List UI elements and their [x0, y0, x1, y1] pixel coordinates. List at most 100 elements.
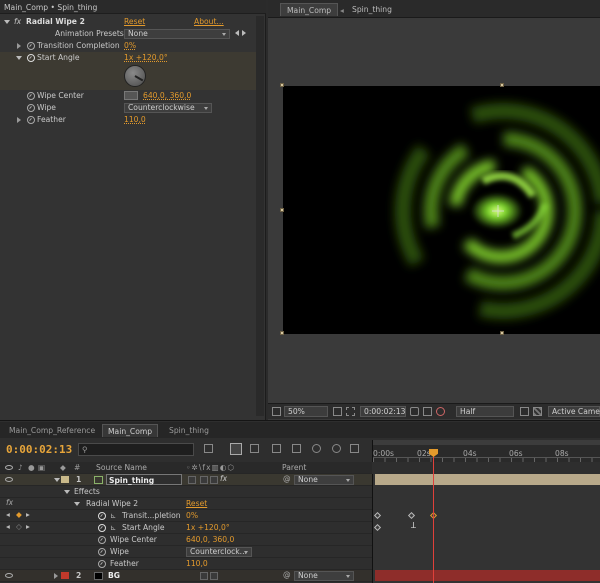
- timeline-tracks[interactable]: ꓕ: [372, 474, 600, 583]
- parent-dropdown[interactable]: None: [294, 571, 354, 581]
- graph-editor-icon[interactable]: [332, 444, 341, 453]
- time-ruler[interactable]: 0:00s 02s 04s 06s 08s: [372, 440, 600, 462]
- keyframe-hold[interactable]: ꓕ: [411, 521, 416, 530]
- layer-handle[interactable]: [280, 208, 284, 212]
- stopwatch-icon[interactable]: [27, 104, 35, 112]
- roi-icon[interactable]: [520, 407, 529, 416]
- motion-blur-icon[interactable]: [312, 444, 321, 453]
- reset-link[interactable]: Reset: [124, 17, 145, 26]
- camera-snapshot-icon[interactable]: [410, 407, 419, 416]
- brainstorm-icon[interactable]: [350, 444, 359, 453]
- tab-main-comp[interactable]: Main_Comp: [280, 3, 339, 16]
- collapse-triangle-icon[interactable]: [4, 20, 10, 24]
- prop-value[interactable]: 640,0, 360,0: [143, 91, 191, 100]
- camera-dropdown[interactable]: Active Camera: [548, 406, 600, 417]
- tab-spin-thing[interactable]: Spin_thing: [164, 424, 214, 437]
- tab-main-comp-reference[interactable]: Main_Comp_Reference: [4, 424, 100, 437]
- work-area-bar[interactable]: [373, 440, 600, 445]
- prop-value[interactable]: 0%: [186, 511, 198, 520]
- safe-margins-icon[interactable]: [346, 407, 355, 416]
- prop-value[interactable]: 1x +120,0°: [186, 523, 230, 532]
- prev-keyframe-icon[interactable]: ◂: [6, 522, 10, 531]
- prop-wipe-center[interactable]: Wipe Center 640,0, 360,0: [0, 90, 262, 102]
- video-switch-icon[interactable]: [5, 465, 13, 470]
- layer-handle[interactable]: [500, 331, 504, 335]
- stopwatch-icon[interactable]: [27, 116, 35, 124]
- stopwatch-icon[interactable]: [98, 536, 106, 544]
- graph-icon[interactable]: ⊾: [110, 523, 116, 532]
- tl-prop-feather[interactable]: Feather 110,0: [0, 558, 372, 570]
- fx-icon[interactable]: fx: [6, 498, 13, 507]
- layer-name[interactable]: Spin_thing: [106, 474, 182, 485]
- draft-3d-icon[interactable]: [250, 444, 259, 453]
- prop-value[interactable]: 110,0: [186, 559, 208, 568]
- prop-value[interactable]: 640,0, 360,0: [186, 535, 234, 544]
- layer-handle[interactable]: [280, 83, 284, 87]
- stopwatch-icon[interactable]: [98, 560, 106, 568]
- resolution-dropdown[interactable]: Half: [456, 406, 514, 417]
- prop-wipe[interactable]: Wipe Counterclockwise: [0, 102, 262, 114]
- layer-row-2[interactable]: 2 BG @ None: [0, 570, 372, 582]
- add-keyframe-icon[interactable]: ◆: [16, 510, 22, 519]
- parent-dropdown[interactable]: None: [294, 475, 354, 485]
- presets-dropdown[interactable]: None: [124, 29, 230, 39]
- shy-icon[interactable]: [272, 444, 281, 453]
- tab-spin-thing[interactable]: Spin_thing: [346, 3, 398, 16]
- tl-wipe-dropdown[interactable]: Counterclock...: [186, 547, 252, 557]
- effect-controls-scrollbar[interactable]: [256, 16, 264, 416]
- switch-checkbox[interactable]: [210, 572, 218, 580]
- add-keyframe-icon[interactable]: ◇: [16, 522, 22, 531]
- stopwatch-icon[interactable]: [98, 548, 106, 556]
- pickwhip-icon[interactable]: @: [283, 474, 291, 483]
- stopwatch-icon[interactable]: [27, 54, 35, 62]
- show-snapshot-icon[interactable]: [423, 407, 432, 416]
- eye-icon[interactable]: [5, 573, 13, 578]
- expand-triangle-icon[interactable]: [54, 573, 58, 579]
- expand-triangle-icon[interactable]: [17, 43, 21, 49]
- timeline-timecode[interactable]: 0:00:02:13: [6, 443, 72, 456]
- prev-preset-icon[interactable]: [235, 30, 239, 36]
- switch-checkbox[interactable]: [210, 476, 218, 484]
- angle-dial[interactable]: [124, 65, 146, 87]
- prop-value[interactable]: 0%: [124, 41, 136, 50]
- comp-canvas[interactable]: [283, 86, 600, 334]
- switch-checkbox[interactable]: [200, 572, 208, 580]
- eye-icon[interactable]: [5, 477, 13, 482]
- stopwatch-icon[interactable]: [98, 524, 106, 532]
- switch-checkbox[interactable]: [188, 476, 196, 484]
- frame-blending-icon[interactable]: [292, 444, 301, 453]
- collapse-triangle-icon[interactable]: [16, 56, 22, 60]
- fx-icon[interactable]: fx: [14, 17, 21, 26]
- layer-row-1[interactable]: 1 Spin_thing fx @ None: [0, 474, 372, 486]
- effect-row-radial-wipe[interactable]: fx Radial Wipe 2 Reset: [0, 498, 372, 510]
- transparency-grid-icon[interactable]: [533, 407, 542, 416]
- next-keyframe-icon[interactable]: ▸: [26, 510, 30, 519]
- layer-handle[interactable]: [280, 331, 284, 335]
- label-color-swatch[interactable]: [61, 572, 69, 579]
- graph-icon[interactable]: ⊾: [110, 511, 116, 520]
- tl-prop-transition-completion[interactable]: ◂ ◆ ▸ ⊾ Transit...pletion 0%: [0, 510, 372, 522]
- prop-value[interactable]: 110,0: [124, 115, 146, 124]
- reset-link[interactable]: Reset: [186, 499, 207, 508]
- tl-prop-wipe[interactable]: Wipe Counterclock...: [0, 546, 372, 558]
- about-link[interactable]: About...: [194, 17, 224, 26]
- current-time-display[interactable]: 0:00:02:13: [360, 406, 406, 417]
- source-name-header[interactable]: Source Name: [96, 463, 147, 472]
- prop-feather[interactable]: Feather 110,0: [0, 114, 262, 126]
- fx-switch-icon[interactable]: fx: [220, 474, 227, 483]
- channels-icon[interactable]: [436, 407, 445, 416]
- collapse-triangle-icon[interactable]: [64, 490, 70, 494]
- stopwatch-icon[interactable]: [27, 92, 35, 100]
- keyframe[interactable]: [373, 511, 382, 520]
- pickwhip-icon[interactable]: @: [283, 570, 291, 579]
- prev-keyframe-icon[interactable]: ◂: [6, 510, 10, 519]
- tl-prop-start-angle[interactable]: ◂ ◇ ▸ ⊾ Start Angle 1x +120,0°: [0, 522, 372, 534]
- zoom-dropdown[interactable]: 50%: [284, 406, 328, 417]
- next-keyframe-icon[interactable]: ▸: [26, 522, 30, 531]
- parent-header[interactable]: Parent: [282, 463, 306, 472]
- keyframe[interactable]: [373, 523, 382, 532]
- timeline-search-input[interactable]: ⚲: [78, 443, 194, 456]
- keyframe[interactable]: [407, 511, 416, 520]
- stopwatch-icon[interactable]: [27, 42, 35, 50]
- next-preset-icon[interactable]: [242, 30, 246, 36]
